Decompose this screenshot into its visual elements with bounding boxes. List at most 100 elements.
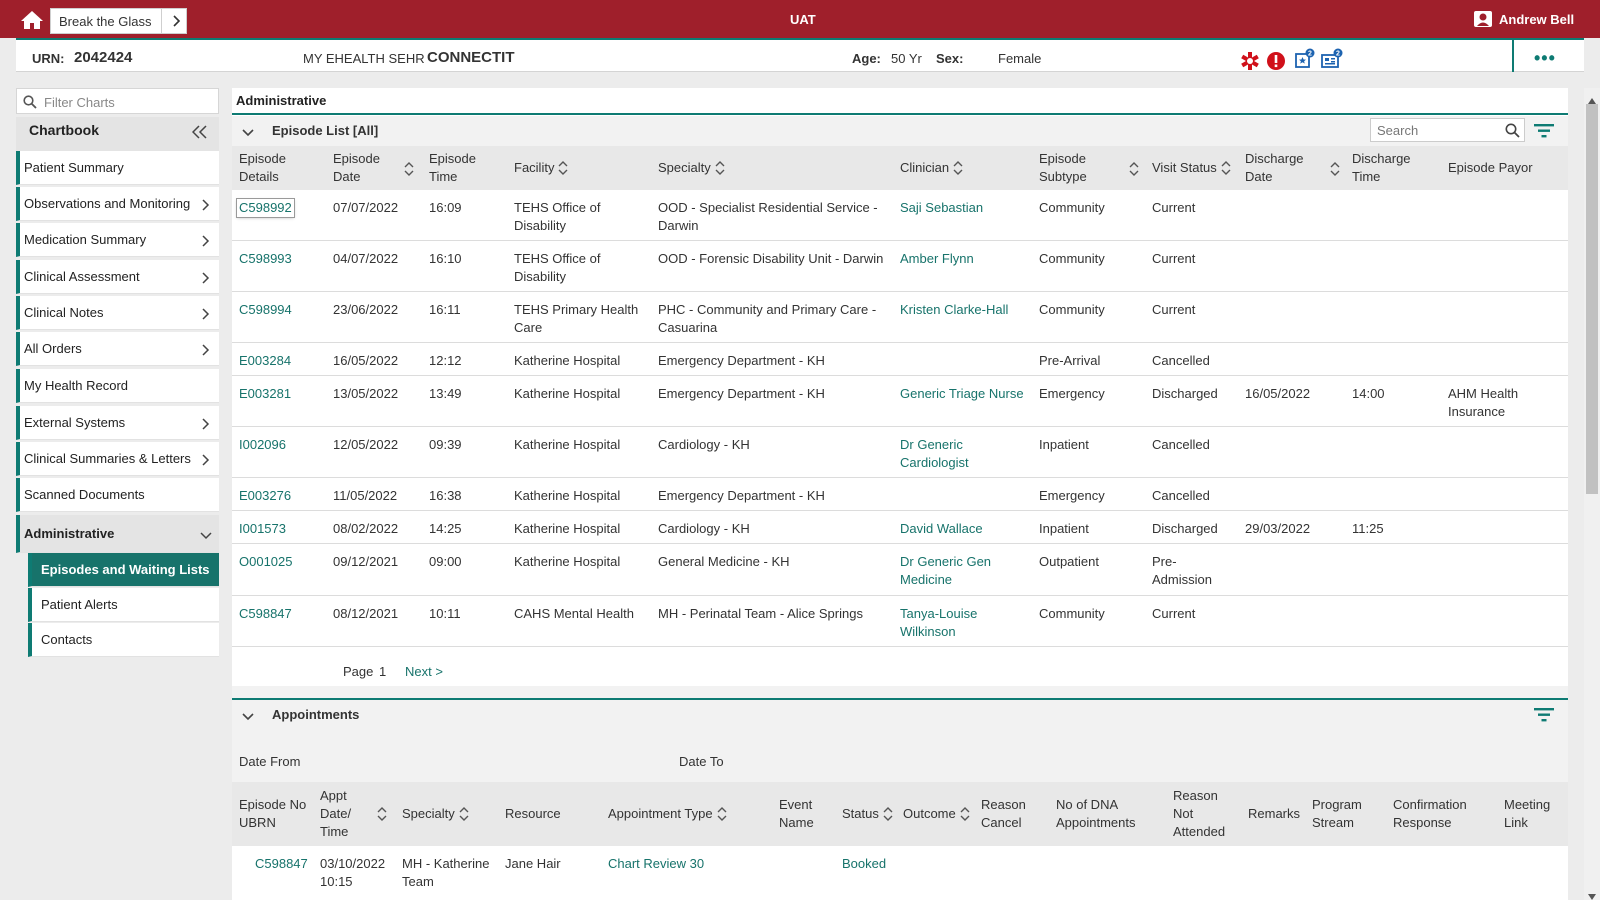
sidebar-item-medication-summary[interactable]: Medication Summary [16, 223, 219, 257]
urn-label: URN: [32, 51, 65, 66]
collapse-section-icon[interactable] [242, 710, 254, 721]
col-episode-payor[interactable]: Episode Payor [1448, 146, 1558, 190]
episode-id-link[interactable]: E003281 [239, 385, 291, 403]
col-episode-date[interactable]: Episode Date [333, 146, 403, 190]
col-discharge-time[interactable]: Discharge Time [1352, 146, 1422, 190]
more-options-button[interactable]: ••• [1512, 40, 1568, 72]
col-specialty[interactable]: Specialty [658, 146, 778, 190]
chevron-right-icon[interactable] [170, 15, 182, 27]
episode-id-link[interactable]: C598993 [239, 250, 292, 268]
sort-icon[interactable] [1330, 161, 1340, 177]
col-appointment-type[interactable]: Appointment Type [608, 782, 748, 846]
col-status[interactable]: Status [842, 782, 902, 846]
sidebar-item-scanned-documents[interactable]: Scanned Documents [16, 478, 219, 512]
episode-id-link[interactable]: C598847 [239, 605, 292, 623]
col-facility[interactable]: Facility [514, 146, 634, 190]
sidebar-item-clinical-notes[interactable]: Clinical Notes [16, 296, 219, 330]
sidebar-item-clinical-summaries[interactable]: Clinical Summaries & Letters [16, 442, 219, 476]
user-icon[interactable] [1473, 10, 1493, 28]
episode-id-link[interactable]: C598994 [239, 301, 292, 319]
sidebar-item-clinical-assessment[interactable]: Clinical Assessment [16, 260, 219, 294]
col-confirmation-response[interactable]: Confirmation Response [1393, 782, 1483, 846]
episode-search-input[interactable]: Search [1370, 118, 1525, 142]
sidebar-subitem-label: Patient Alerts [41, 597, 118, 612]
col-episode-details[interactable]: Episode Details [239, 146, 319, 190]
col-event-name[interactable]: Event Name [779, 782, 824, 846]
episode-id-link[interactable]: I002096 [239, 436, 286, 454]
col-appt-date[interactable]: Appt Date/ Time [320, 782, 360, 846]
sort-icon[interactable] [1129, 161, 1139, 177]
sidebar-item-all-orders[interactable]: All Orders [16, 332, 219, 366]
episode-list-title: Episode List [All] [272, 123, 379, 138]
clinician-link[interactable]: Dr Generic Cardiologist [900, 436, 1000, 472]
col-reason-cancel[interactable]: Reason Cancel [981, 782, 1041, 846]
next-page-link[interactable]: Next > [405, 663, 443, 681]
clinician-link[interactable]: Saji Sebastian [900, 199, 1030, 217]
col-episode-subtype[interactable]: Episode Subtype [1039, 146, 1119, 190]
episode-id-link[interactable]: C598992 [236, 198, 295, 218]
col-episode-time[interactable]: Episode Time [429, 146, 499, 190]
collapse-sidebar-icon[interactable] [191, 125, 208, 139]
badge-count: 2 [1308, 51, 1312, 58]
col-episode-no[interactable]: Episode No UBRN [239, 782, 314, 846]
clinician-link[interactable]: Kristen Clarke-Hall [900, 301, 1035, 319]
sidebar-item-administrative[interactable]: Administrative [16, 515, 219, 553]
sort-icon[interactable] [404, 161, 414, 177]
clinician-link[interactable]: Tanya-Louise Wilkinson [900, 605, 1000, 641]
scrollbar[interactable] [1584, 88, 1600, 900]
date-to-label[interactable]: Date To [679, 753, 724, 771]
col-meeting-link[interactable]: Meeting Link [1504, 782, 1559, 846]
scroll-down-icon[interactable] [1588, 888, 1596, 900]
episode-subtype: Pre-Arrival [1039, 353, 1101, 368]
episode-no-link[interactable]: C598847 [255, 855, 308, 873]
documents-icon[interactable]: 2 [1320, 48, 1343, 68]
sidebar-subitem-episodes[interactable]: Episodes and Waiting Lists [28, 553, 219, 587]
warning-icon[interactable] [1266, 51, 1286, 71]
date-from-label[interactable]: Date From [239, 753, 300, 771]
filter-icon[interactable] [1534, 124, 1554, 138]
episode-id-link[interactable]: E003276 [239, 487, 291, 505]
clinician-link[interactable]: David Wallace [900, 520, 983, 538]
care-plan-icon[interactable]: 2 [1294, 48, 1315, 68]
visit-status: Current [1152, 200, 1196, 215]
col-reason-not-attended[interactable]: Reason Not Attended [1173, 782, 1233, 846]
discharge-time: 14:00 [1352, 386, 1385, 401]
filter-icon[interactable] [1534, 708, 1554, 722]
filter-charts-input[interactable]: Filter Charts [16, 88, 219, 114]
appointment-status[interactable]: Booked [842, 855, 886, 873]
episode-id-link[interactable]: I001573 [239, 520, 286, 538]
break-the-glass-button[interactable]: Break the Glass [50, 8, 187, 34]
clinician-link[interactable]: Dr Generic Gen Medicine [900, 553, 1010, 589]
episode-id-link[interactable]: O001025 [239, 553, 293, 571]
col-dna-appointments[interactable]: No of DNA Appointments [1056, 782, 1166, 846]
col-discharge-date[interactable]: Discharge Date [1245, 146, 1315, 190]
sort-icon[interactable] [377, 806, 387, 822]
col-resource[interactable]: Resource [505, 782, 585, 846]
clinician-link[interactable]: Amber Flynn [900, 250, 1030, 268]
scroll-up-icon[interactable] [1588, 92, 1596, 104]
medical-alert-icon[interactable] [1240, 51, 1260, 71]
scrollbar-thumb[interactable] [1586, 104, 1598, 494]
user-name[interactable]: Andrew Bell [1499, 12, 1574, 27]
chevron-down-icon [200, 528, 212, 540]
col-program-stream[interactable]: Program Stream [1312, 782, 1372, 846]
appointment-type-link[interactable]: Chart Review 30 [608, 855, 704, 873]
sidebar-item-patient-summary[interactable]: Patient Summary [16, 151, 219, 185]
sidebar-subitem-contacts[interactable]: Contacts [28, 623, 219, 657]
episode-id-link[interactable]: E003284 [239, 352, 291, 370]
sidebar-item-label: External Systems [24, 415, 126, 430]
col-outcome[interactable]: Outcome [903, 782, 983, 846]
home-icon[interactable] [20, 9, 44, 31]
column-header: Meeting Link [1504, 797, 1551, 830]
col-specialty[interactable]: Specialty [402, 782, 492, 846]
sidebar-subitem-patient-alerts[interactable]: Patient Alerts [28, 588, 219, 622]
sidebar-item-my-health-record[interactable]: My Health Record [16, 369, 219, 403]
search-icon[interactable] [1505, 123, 1520, 138]
sidebar-item-observations[interactable]: Observations and Monitoring [16, 187, 219, 221]
col-clinician[interactable]: Clinician [900, 146, 1020, 190]
col-visit-status[interactable]: Visit Status [1152, 146, 1252, 190]
clinician-link[interactable]: Generic Triage Nurse [900, 385, 1024, 403]
collapse-section-icon[interactable] [242, 126, 254, 137]
col-remarks[interactable]: Remarks [1248, 782, 1308, 846]
sidebar-item-external-systems[interactable]: External Systems [16, 406, 219, 440]
